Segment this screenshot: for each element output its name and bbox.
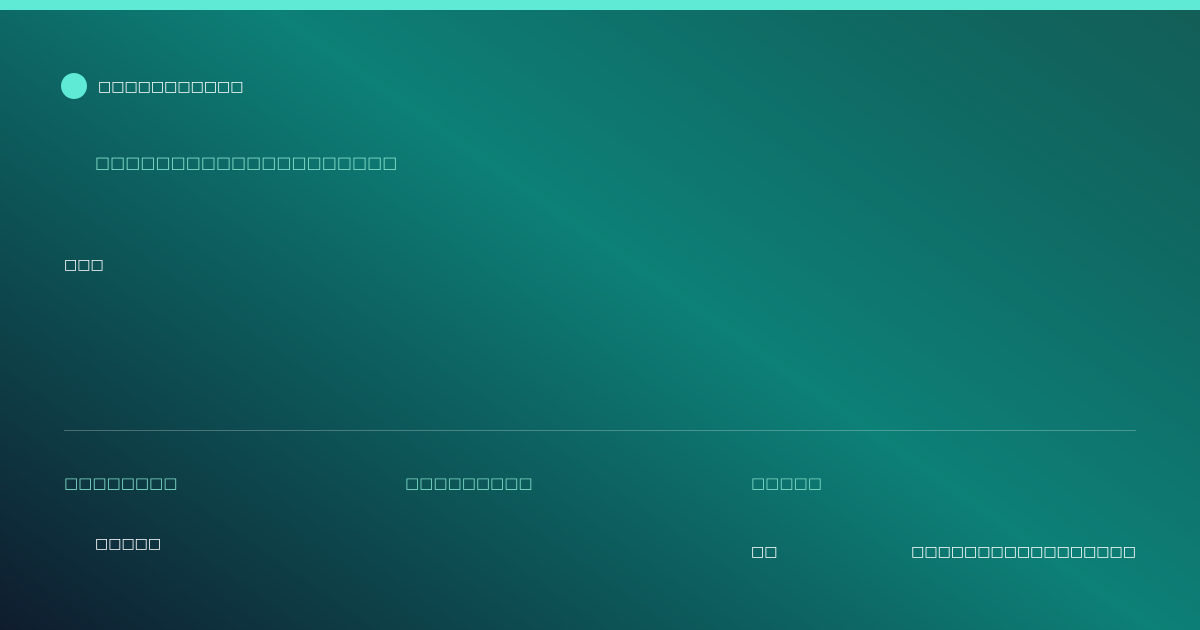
tagline: □□□□□□□□□□□□□□□□□□□□ [95, 153, 398, 172]
stat-label-3: □□□□□ [751, 474, 822, 492]
divider [64, 430, 1136, 431]
brand-name: □□□□□□□□□□□ [98, 79, 244, 95]
brand-dot-icon [61, 73, 87, 99]
top-accent-strip [0, 0, 1200, 10]
stat-value-3: □□ [751, 544, 778, 560]
social-card: □□□□□□□□□□□ □□□□□□□□□□□□□□□□□□□□ □□□ □□□… [0, 0, 1200, 630]
site-url: □□□□□□□□□□□□□□□□□ [911, 544, 1136, 560]
stat-value-1: □□□□□ [95, 536, 162, 552]
stat-label-2: □□□□□□□□□ [405, 474, 533, 492]
stat-label-1: □□□□□□□□ [64, 474, 178, 492]
main-text: □□□ [64, 257, 104, 273]
